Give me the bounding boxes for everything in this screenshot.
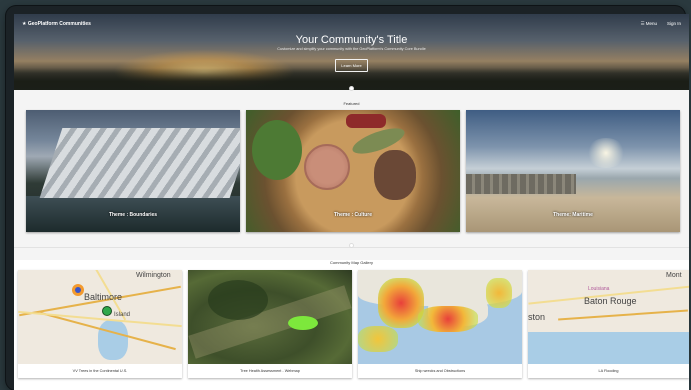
hero-subtitle: Customize and simplify your community wi… <box>277 47 426 51</box>
gallery-card-caption: Ship wrecks and Obstructions <box>358 364 522 378</box>
page-title: Your Community's Title <box>295 34 408 46</box>
gallery-card-caption: VV Trees in the Continental U.S. <box>18 364 182 378</box>
dam-image <box>39 128 240 198</box>
satellite-map <box>188 270 352 364</box>
sign-in-link[interactable]: Sign In <box>667 21 681 27</box>
featured-card-caption: Theme : Boundaries <box>108 212 158 218</box>
gallery-card-caption: Tree Health Assessment - Webmap <box>188 364 352 378</box>
street-map: Mont Louisiana Baton Rouge ston <box>528 270 689 364</box>
gallery-label: Community Map Gallery <box>330 260 373 265</box>
food-image <box>304 144 350 190</box>
heat-map <box>358 270 522 364</box>
section-marker-icon <box>349 243 354 248</box>
featured-card-boundaries[interactable]: Theme : Boundaries <box>26 110 240 232</box>
gallery-card-vv-trees[interactable]: Wilmington Baltimore Island VV Trees in … <box>18 270 182 378</box>
beach-image <box>466 174 576 194</box>
orange-marker-icon <box>72 284 84 296</box>
green-marker-icon <box>102 306 112 316</box>
top-nav: ☰ Menu Sign In <box>640 21 681 27</box>
learn-more-button[interactable]: Learn More <box>335 59 368 72</box>
browser-viewport: ★ GeoPlatform Communities ☰ Menu Sign In… <box>14 14 689 390</box>
featured-card-caption: Theme : Culture <box>333 212 373 218</box>
featured-label: Featured <box>343 101 360 106</box>
tree-health-highlight <box>288 316 318 330</box>
featured-card-maritime[interactable]: Theme: Maritime <box>466 110 680 232</box>
featured-card-culture[interactable]: Theme : Culture <box>246 110 460 232</box>
gallery-card-caption: LA Flooding <box>528 364 689 378</box>
gallery-card-shipwrecks[interactable]: Ship wrecks and Obstructions <box>358 270 522 378</box>
featured-card-caption: Theme: Maritime <box>553 212 593 218</box>
hero-banner: ★ GeoPlatform Communities ☰ Menu Sign In… <box>14 14 689 90</box>
gallery-card-la-flooding[interactable]: Mont Louisiana Baton Rouge ston LA Flood… <box>528 270 689 378</box>
brand-logo[interactable]: ★ GeoPlatform Communities <box>22 21 91 27</box>
section-marker-icon <box>349 86 354 91</box>
menu-button[interactable]: ☰ Menu <box>640 21 657 27</box>
street-map: Wilmington Baltimore Island <box>18 270 182 364</box>
gallery-card-tree-health[interactable]: Tree Health Assessment - Webmap <box>188 270 352 378</box>
